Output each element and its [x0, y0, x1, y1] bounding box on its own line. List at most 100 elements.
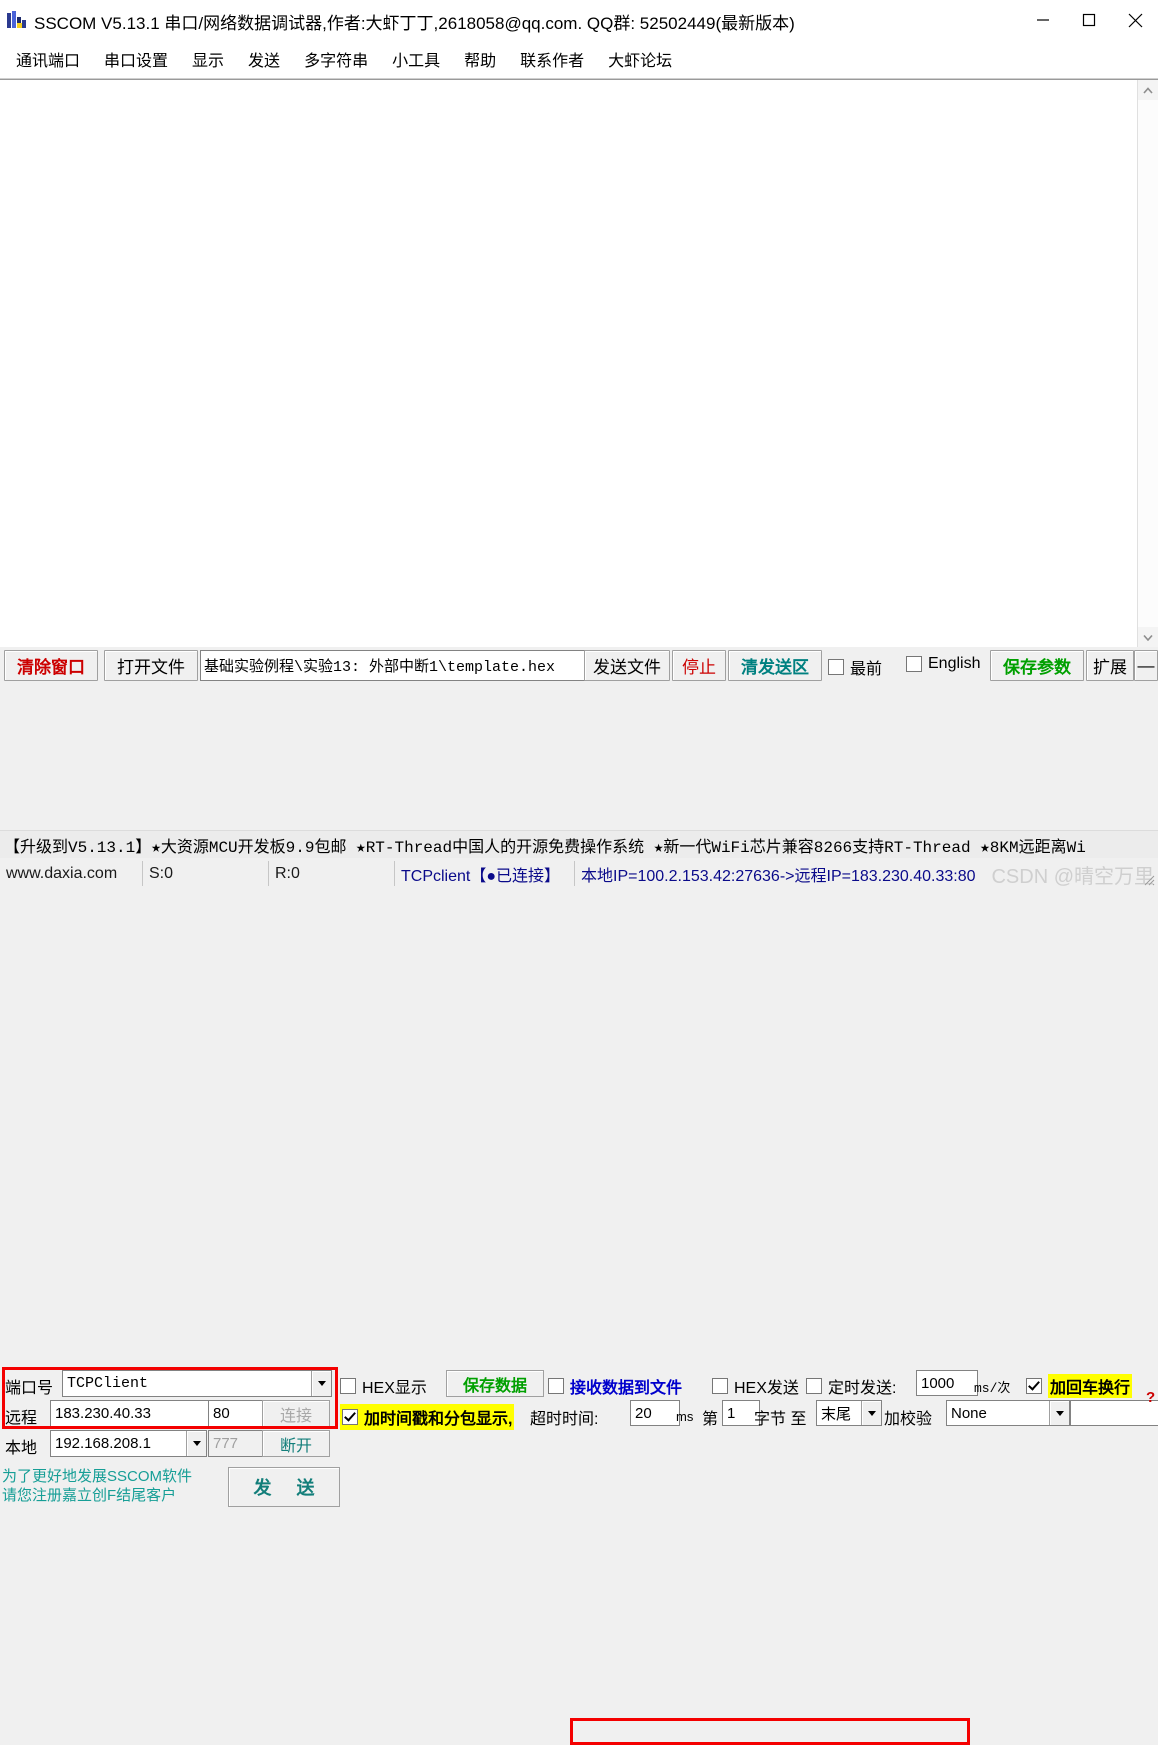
save-params-button[interactable]: 保存参数 — [990, 650, 1084, 681]
recv-to-file-checkbox-box[interactable] — [548, 1378, 564, 1394]
status-received-count: R:0 — [268, 861, 400, 886]
window-title: SSCOM V5.13.1 串口/网络数据调试器,作者:大虾丁丁,2618058… — [34, 14, 795, 33]
local-ip-value: 192.168.208.1 — [55, 1435, 151, 1452]
menu-item-comm-port[interactable]: 通讯端口 — [6, 44, 90, 74]
send-button[interactable]: 发 送 — [228, 1467, 340, 1507]
menu-bar: 通讯端口 串口设置 显示 发送 多字符串 小工具 帮助 联系作者 大虾论坛 — [0, 40, 1158, 79]
local-ip-combo[interactable]: 192.168.208.1 — [50, 1430, 207, 1457]
port-label: 端口号 — [5, 1380, 54, 1397]
hex-display-checkbox[interactable]: HEX显示 — [340, 1374, 427, 1398]
maximize-button[interactable] — [1066, 0, 1112, 40]
scroll-down-icon[interactable] — [1138, 627, 1158, 647]
save-data-button[interactable]: 保存数据 — [446, 1370, 544, 1397]
chevron-down-icon-byte-end[interactable] — [861, 1401, 881, 1425]
scrollbar-track[interactable] — [1138, 100, 1158, 627]
english-label: English — [928, 655, 981, 672]
timed-send-checkbox[interactable]: 定时发送: — [806, 1374, 896, 1398]
timestamp-label: 加时间戳和分包显示, — [364, 1411, 513, 1428]
scroll-up-icon[interactable] — [1138, 80, 1158, 100]
byte-end-combo[interactable]: 末尾 — [816, 1400, 882, 1426]
settings-panel: 端口号 TCPClient 远程 183.230.40.33 80 连接 本地 … — [0, 683, 1158, 1507]
clear-send-area-button[interactable]: 清发送区 — [728, 650, 822, 681]
status-connection: TCPclient【●已连接】 — [394, 861, 579, 886]
byte-end-value: 末尾 — [821, 1405, 852, 1423]
menu-item-tools[interactable]: 小工具 — [382, 44, 450, 74]
local-port-input[interactable]: 777 — [208, 1430, 268, 1457]
title-bar: SSCOM V5.13.1 串口/网络数据调试器,作者:大虾丁丁,2618058… — [0, 0, 1158, 40]
hex-display-checkbox-box[interactable] — [340, 1378, 356, 1394]
crlf-checkbox[interactable]: 加回车换行 — [1026, 1374, 1133, 1398]
send-file-button[interactable]: 发送文件 — [584, 650, 670, 681]
status-website[interactable]: www.daxia.com — [0, 861, 146, 886]
maximize-icon — [1082, 13, 1096, 27]
action-toolbar: 清除窗口 打开文件 基础实验例程\实验13: 外部中断1\template.he… — [0, 648, 1158, 682]
timed-send-label: 定时发送: — [828, 1380, 897, 1397]
timed-send-unit: ms/次 — [974, 1381, 1011, 1396]
timestamp-checkbox[interactable]: 加时间戳和分包显示, — [340, 1404, 515, 1430]
checksum-value: None — [951, 1404, 987, 1422]
chevron-down-icon-checksum[interactable] — [1049, 1401, 1069, 1425]
topmost-checkbox-box[interactable] — [828, 659, 844, 675]
chevron-down-icon[interactable] — [311, 1371, 331, 1396]
timestamp-checkbox-box[interactable] — [342, 1409, 358, 1425]
timed-send-interval-input[interactable]: 1000 — [916, 1370, 978, 1396]
close-button[interactable] — [1112, 0, 1158, 40]
checksum-extra-input[interactable] — [1070, 1400, 1158, 1426]
receive-scrollbar[interactable] — [1137, 80, 1158, 647]
crlf-label: 加回车换行 — [1048, 1374, 1133, 1398]
csdn-watermark: CSDN @晴空万里 — [991, 866, 1154, 888]
menu-item-contact-author[interactable]: 联系作者 — [510, 44, 594, 74]
open-file-button[interactable]: 打开文件 — [104, 650, 198, 681]
crlf-checkbox-box[interactable] — [1026, 1378, 1042, 1394]
receive-data-area[interactable] — [0, 79, 1158, 647]
byte-prefix-label: 第 — [702, 1411, 719, 1428]
minus-button[interactable]: — — [1134, 650, 1158, 681]
port-type-value: TCPClient — [67, 1375, 149, 1392]
status-bar: www.daxia.com S:0 R:0 TCPclient【●已连接】 本地… — [0, 858, 1158, 1745]
extend-button[interactable]: 扩展 — [1086, 650, 1134, 681]
help-mark-icon[interactable]: ? — [1146, 1389, 1155, 1406]
connect-button[interactable]: 连接 — [262, 1400, 330, 1427]
disconnect-button[interactable]: 断开 — [262, 1430, 330, 1457]
chevron-down-icon-local[interactable] — [186, 1431, 206, 1456]
remote-ip-input[interactable]: 183.230.40.33 — [50, 1400, 215, 1427]
minimize-button[interactable] — [1020, 0, 1066, 40]
english-checkbox[interactable]: English — [906, 655, 980, 673]
topmost-checkbox[interactable]: 最前 — [828, 655, 882, 679]
close-icon — [1128, 13, 1142, 27]
receive-text — [4, 82, 1136, 645]
port-type-combo[interactable]: TCPClient — [62, 1370, 332, 1397]
status-sent-count: S:0 — [142, 861, 274, 886]
hex-send-label: HEX发送 — [734, 1380, 799, 1397]
recv-to-file-checkbox[interactable]: 接收数据到文件 — [548, 1374, 682, 1398]
menu-item-display[interactable]: 显示 — [182, 44, 234, 74]
checksum-combo[interactable]: None — [946, 1400, 1070, 1426]
sscom-app-icon — [7, 11, 26, 28]
hex-send-checkbox[interactable]: HEX发送 — [712, 1374, 799, 1398]
resize-grip-icon[interactable] — [1141, 872, 1155, 886]
timeout-input[interactable]: 20 — [630, 1400, 680, 1426]
local-label: 本地 — [5, 1440, 38, 1457]
register-note-line2: 请您注册嘉立创F结尾客户 — [2, 1487, 177, 1504]
ad-banner-text: 【升级到V5.13.1】★大资源MCU开发板9.9包邮 ★RT-Thread中国… — [4, 839, 1086, 857]
menu-item-serial-settings[interactable]: 串口设置 — [94, 44, 178, 74]
english-checkbox-box[interactable] — [906, 656, 922, 672]
timed-send-checkbox-box[interactable] — [806, 1378, 822, 1394]
file-path-field[interactable]: 基础实验例程\实验13: 外部中断1\template.hex — [200, 650, 588, 681]
remote-port-input[interactable]: 80 — [208, 1400, 268, 1427]
topmost-label: 最前 — [850, 661, 883, 678]
menu-item-forum[interactable]: 大虾论坛 — [598, 44, 682, 74]
timeout-unit: ms — [676, 1409, 694, 1424]
menu-item-multi-string[interactable]: 多字符串 — [294, 44, 378, 74]
clear-window-button[interactable]: 清除窗口 — [4, 650, 98, 681]
register-note: 为了更好地发展SSCOM软件 请您注册嘉立创F结尾客户 — [2, 1467, 202, 1505]
stop-button[interactable]: 停止 — [672, 650, 726, 681]
minimize-icon — [1037, 19, 1049, 21]
checksum-label: 加校验 — [884, 1411, 933, 1428]
menu-item-send[interactable]: 发送 — [238, 44, 290, 74]
menu-item-help[interactable]: 帮助 — [454, 44, 506, 74]
highlight-box-ip-info — [570, 1718, 970, 1745]
hex-display-label: HEX显示 — [362, 1380, 427, 1397]
ad-banner[interactable]: 【升级到V5.13.1】★大资源MCU开发板9.9包邮 ★RT-Thread中国… — [0, 830, 1158, 859]
hex-send-checkbox-box[interactable] — [712, 1378, 728, 1394]
